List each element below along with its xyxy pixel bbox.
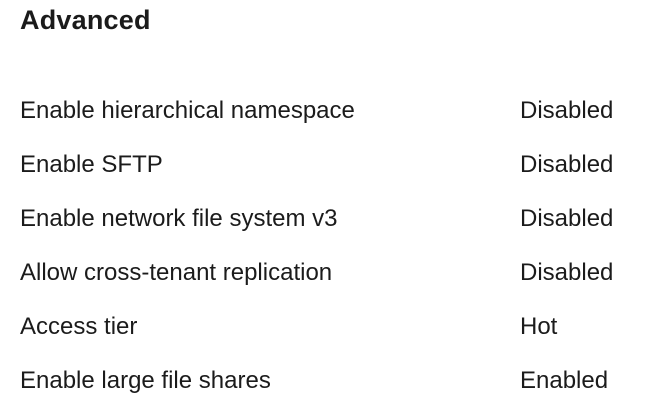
- properties-list: Enable hierarchical namespace Disabled E…: [20, 84, 670, 408]
- property-row-cross-tenant-replication: Allow cross-tenant replication Disabled: [20, 246, 670, 300]
- property-value: Disabled: [520, 97, 614, 124]
- advanced-settings-panel: Advanced Enable hierarchical namespace D…: [0, 0, 670, 404]
- property-value: Disabled: [520, 151, 614, 178]
- property-row-large-file-shares: Enable large file shares Enabled: [20, 354, 670, 408]
- property-value: Disabled: [520, 205, 614, 232]
- property-row-sftp: Enable SFTP Disabled: [20, 138, 670, 192]
- property-value: Disabled: [520, 259, 614, 286]
- property-label: Enable large file shares: [20, 367, 271, 394]
- property-value: Enabled: [520, 367, 609, 394]
- property-label: Enable network file system v3: [20, 205, 338, 232]
- property-value: Hot: [520, 313, 558, 340]
- property-label: Allow cross-tenant replication: [20, 259, 333, 286]
- property-label: Enable hierarchical namespace: [20, 97, 355, 124]
- property-row-hierarchical-namespace: Enable hierarchical namespace Disabled: [20, 84, 670, 138]
- property-label: Enable SFTP: [20, 151, 163, 178]
- property-row-nfs-v3: Enable network file system v3 Disabled: [20, 192, 670, 246]
- section-title: Advanced: [20, 5, 151, 35]
- property-label: Access tier: [20, 313, 138, 340]
- property-row-access-tier: Access tier Hot: [20, 300, 670, 354]
